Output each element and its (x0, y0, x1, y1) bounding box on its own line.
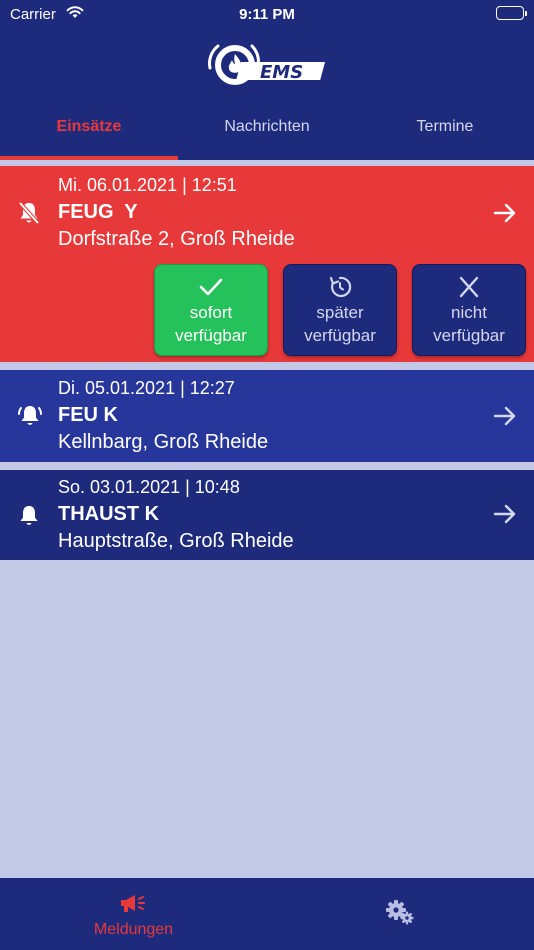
svg-text:EMS: EMS (260, 62, 303, 83)
tab-settings[interactable] (267, 878, 534, 950)
available-now-button[interactable]: sofort verfügbar (154, 264, 268, 356)
alarm-card[interactable]: Di. 05.01.2021 | 12:27 FEU K Kellnbarg, … (0, 370, 534, 462)
active-tab-indicator (0, 156, 178, 160)
bell-icon (16, 502, 42, 533)
available-later-label-1: später (316, 303, 364, 322)
checkmark-icon (199, 278, 223, 296)
bell-ringing-icon (16, 402, 44, 433)
alarm-date: So. 03.01.2021 | 10:48 (58, 477, 240, 497)
arrow-right-icon[interactable] (492, 200, 518, 231)
arrow-right-icon[interactable] (492, 501, 518, 532)
clock-refresh-icon (329, 276, 352, 297)
ems-logo: EMS (198, 36, 334, 92)
x-icon (459, 276, 479, 298)
clock-label: 9:11 PM (239, 6, 295, 23)
not-available-label-1: nicht (451, 303, 487, 322)
available-later-button[interactable]: später verfügbar (283, 264, 397, 356)
available-now-label-2: verfügbar (175, 326, 247, 345)
segment-tabs: Einsätze Nachrichten Termine (0, 108, 534, 160)
alarm-address: Hauptstraße, Groß Rheide (58, 530, 294, 552)
tab-meldungen-label: Meldungen (93, 921, 174, 938)
alarm-card[interactable]: Mi. 06.01.2021 | 12:51 FEUG Y Dorfstraße… (0, 166, 534, 362)
alarm-date: Di. 05.01.2021 | 12:27 (58, 378, 235, 398)
not-available-label-2: verfügbar (433, 326, 505, 345)
alarm-address: Dorfstraße 2, Groß Rheide (58, 228, 295, 250)
tab-nachrichten[interactable]: Nachrichten (178, 118, 356, 136)
alarm-date: Mi. 06.01.2021 | 12:51 (58, 175, 237, 195)
alarm-title: THAUST K (58, 503, 160, 525)
alarm-title: FEU K (58, 404, 118, 426)
megaphone-icon (121, 895, 145, 912)
alarm-card[interactable]: So. 03.01.2021 | 10:48 THAUST K Hauptstr… (0, 470, 534, 560)
arrow-right-icon[interactable] (492, 403, 518, 434)
alarm-address: Kellnbarg, Groß Rheide (58, 431, 269, 453)
available-later-label-2: verfügbar (304, 326, 376, 345)
not-available-button[interactable]: nicht verfügbar (412, 264, 526, 356)
tab-einsaetze[interactable]: Einsätze (0, 118, 178, 136)
available-now-label-1: sofort (189, 303, 233, 322)
bottom-tab-bar: Meldungen (0, 878, 534, 950)
header: Carrier 9:11 PM EMS Einsätze Nachrichten… (0, 0, 534, 160)
bell-slash-icon (16, 200, 42, 231)
alarm-title: FEUG Y (58, 201, 138, 223)
gears-icon (386, 900, 414, 925)
tab-meldungen[interactable]: Meldungen (0, 878, 267, 950)
status-bar: Carrier 9:11 PM (0, 0, 534, 30)
tab-termine[interactable]: Termine (356, 118, 534, 136)
battery-icon (496, 6, 527, 20)
